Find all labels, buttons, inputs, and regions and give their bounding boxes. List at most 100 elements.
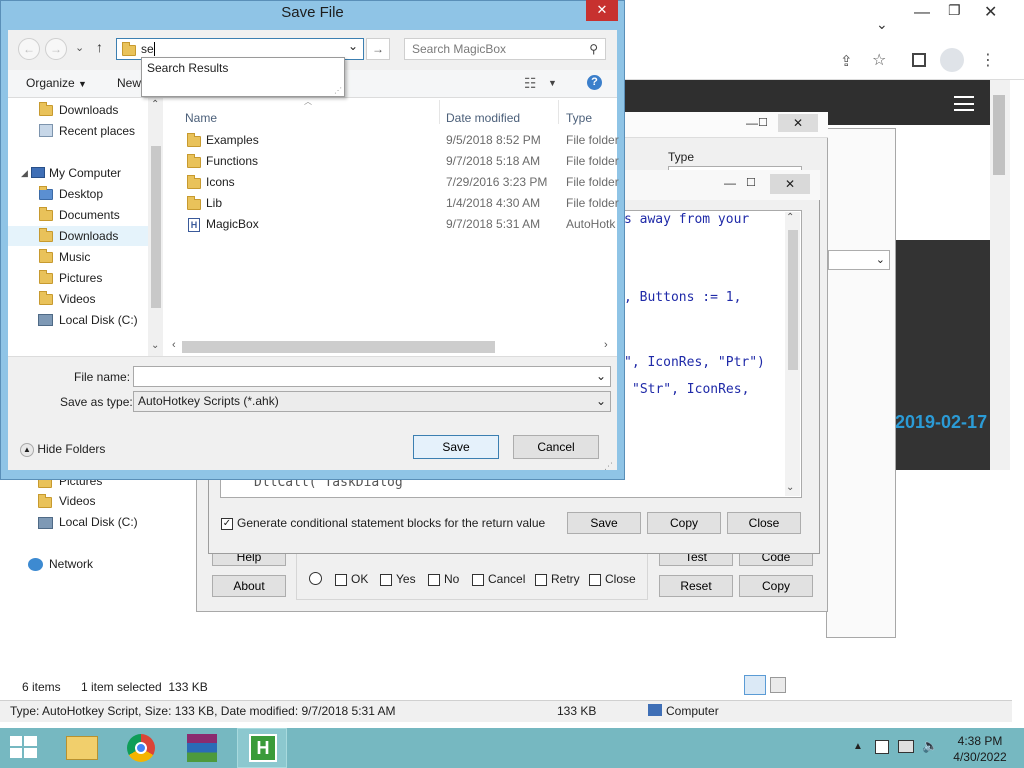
hide-folders-toggle[interactable]: ▲ Hide Folders (20, 442, 105, 457)
show-hidden-icons-icon[interactable]: ▲ (853, 741, 863, 752)
nav-item-downloads-fav[interactable]: Downloads (8, 100, 148, 120)
checkbox-no[interactable]: No (428, 572, 459, 586)
network-status-icon[interactable] (898, 740, 914, 753)
scroll-up-icon[interactable]: ⌃ (786, 212, 794, 223)
cancel-button[interactable]: Cancel (513, 435, 599, 459)
save-type-select[interactable]: AutoHotkey Scripts (*.ahk) ⌄ (133, 391, 611, 412)
file-row[interactable]: Functions 9/7/2018 5:18 AM File folder (180, 151, 619, 172)
column-header-type[interactable]: Type (566, 111, 592, 125)
scroll-down-icon[interactable]: ⌄ (786, 482, 794, 493)
share-icon[interactable]: ⇪ (840, 52, 853, 70)
file-name-input[interactable]: ⌄ (133, 366, 611, 387)
taskbar-autohotkey[interactable]: H (237, 728, 287, 768)
scroll-right-icon[interactable]: › (604, 339, 608, 351)
close-icon[interactable]: ✕ (778, 114, 818, 132)
scroll-up-icon[interactable]: ⌃ (151, 99, 159, 110)
resize-grip-icon[interactable]: ⋰ (604, 461, 613, 472)
go-arrow-icon[interactable]: → (366, 38, 390, 60)
radio-button[interactable] (309, 571, 322, 586)
code-save-button[interactable]: Save (567, 512, 641, 534)
chevron-down-icon[interactable]: ⌄ (596, 367, 606, 386)
nav-item-recent-places[interactable]: Recent places (8, 121, 148, 141)
taskbar-clock[interactable]: 4:38 PM 4/30/2022 (950, 733, 1010, 765)
checkbox-cancel[interactable]: Cancel (472, 572, 525, 586)
minimize-icon[interactable]: — (914, 4, 930, 22)
nav-item-my-computer[interactable]: ◢ My Computer (8, 163, 148, 183)
column-divider[interactable] (439, 100, 440, 124)
column-header-date[interactable]: Date modified (446, 111, 520, 125)
nav-item-videos[interactable]: Videos (8, 289, 148, 309)
taskbar-winrar[interactable] (177, 728, 227, 768)
sidepanel-icon[interactable] (912, 53, 926, 67)
profile-avatar[interactable] (940, 48, 964, 72)
search-input[interactable]: Search MagicBox ⚲ (404, 38, 606, 60)
forward-arrow-icon[interactable]: → (45, 38, 67, 60)
dropdown-caret-icon[interactable]: ▼ (548, 78, 557, 88)
large-icons-view-icon[interactable] (770, 677, 786, 693)
code-copy-button[interactable]: Copy (647, 512, 721, 534)
bookmark-star-icon[interactable]: ☆ (872, 50, 886, 70)
file-list-scroll-thumb[interactable] (182, 341, 495, 353)
about-button[interactable]: About (212, 575, 286, 597)
file-row[interactable]: Icons 7/29/2016 3:23 PM File folder (180, 172, 619, 193)
save-button[interactable]: Save (413, 435, 499, 459)
type-dropdown[interactable]: ⌄ (828, 250, 890, 270)
file-name: Examples (206, 133, 259, 147)
new-folder-button[interactable]: New (117, 76, 141, 90)
minimize-icon[interactable]: — (724, 176, 736, 190)
maximize-icon[interactable]: ☐ (758, 116, 768, 129)
taskbar-chrome[interactable] (117, 728, 167, 768)
checkbox-close[interactable]: Close (589, 572, 636, 586)
hamburger-menu-icon[interactable] (954, 96, 974, 111)
dialog-close-button[interactable]: ✕ (586, 0, 618, 21)
checkbox-yes[interactable]: Yes (380, 572, 416, 586)
scroll-left-icon[interactable]: ‹ (172, 339, 176, 351)
nav-scroll-thumb[interactable] (151, 146, 161, 308)
file-row[interactable]: Examples 9/5/2018 8:52 PM File folder (180, 130, 619, 151)
nav-item-pictures[interactable]: Pictures (8, 268, 148, 288)
organize-menu[interactable]: Organize ▼ (26, 76, 87, 90)
chevron-down-icon[interactable]: ⌄ (348, 39, 358, 53)
file-row[interactable]: Lib 1/4/2018 4:30 AM File folder (180, 193, 619, 214)
action-center-icon[interactable] (875, 740, 889, 754)
autocomplete-item[interactable]: Search Results (147, 61, 228, 75)
code-scroll-thumb[interactable] (788, 230, 798, 370)
taskbar-file-explorer[interactable] (57, 728, 107, 768)
help-icon[interactable]: ? (587, 75, 602, 90)
details-view-icon[interactable] (744, 675, 766, 695)
file-row[interactable]: H MagicBox 9/7/2018 5:31 AM AutoHotk (180, 214, 616, 235)
nav-item-local-disk[interactable]: Local Disk (C:) (8, 310, 148, 330)
menu-kebab-icon[interactable]: ⋮ (980, 50, 996, 70)
volume-muted-icon[interactable]: 🔈 (922, 738, 938, 754)
recent-chevron-icon[interactable]: ⌄ (75, 41, 84, 54)
nav-item-documents[interactable]: Documents (8, 205, 148, 225)
checkbox-retry[interactable]: Retry (535, 572, 580, 586)
column-header-name[interactable]: Name (185, 111, 217, 125)
code-close-button[interactable]: Close (727, 512, 801, 534)
nav-item-music[interactable]: Music (8, 247, 148, 267)
copy-main-button[interactable]: Copy (739, 575, 813, 597)
close-icon[interactable]: ✕ (770, 174, 810, 194)
generate-checkbox[interactable]: ✓ Generate conditional statement blocks f… (221, 516, 545, 530)
save-type-label: Save as type: (60, 395, 133, 409)
checkbox-label: OK (351, 572, 369, 586)
nav-item-downloads[interactable]: Downloads (8, 226, 148, 246)
browser-close-icon[interactable]: ✕ (984, 2, 997, 22)
up-arrow-icon[interactable]: ↑ (96, 39, 103, 55)
windows-start-icon[interactable] (10, 736, 38, 760)
resize-grip-icon[interactable]: ⋰ (334, 86, 342, 95)
minimize-icon[interactable]: — (746, 116, 758, 130)
checkbox-ok[interactable]: OK (335, 572, 368, 586)
reset-button[interactable]: Reset (659, 575, 733, 597)
search-icon[interactable]: ⚲ (589, 39, 598, 59)
maximize-icon[interactable]: ❐ (948, 2, 961, 19)
browser-scroll-thumb[interactable] (993, 95, 1005, 175)
maximize-icon[interactable]: ☐ (746, 176, 756, 189)
back-arrow-icon[interactable]: ← (18, 38, 40, 60)
tab-list-chevron-icon[interactable]: ⌄ (876, 16, 888, 33)
scroll-down-icon[interactable]: ⌄ (151, 340, 159, 351)
expand-chevron-icon[interactable]: ◢ (21, 163, 28, 183)
nav-item-desktop[interactable]: Desktop (8, 184, 148, 204)
column-divider[interactable] (558, 100, 559, 124)
view-options-icon[interactable]: ☷ (524, 75, 537, 92)
